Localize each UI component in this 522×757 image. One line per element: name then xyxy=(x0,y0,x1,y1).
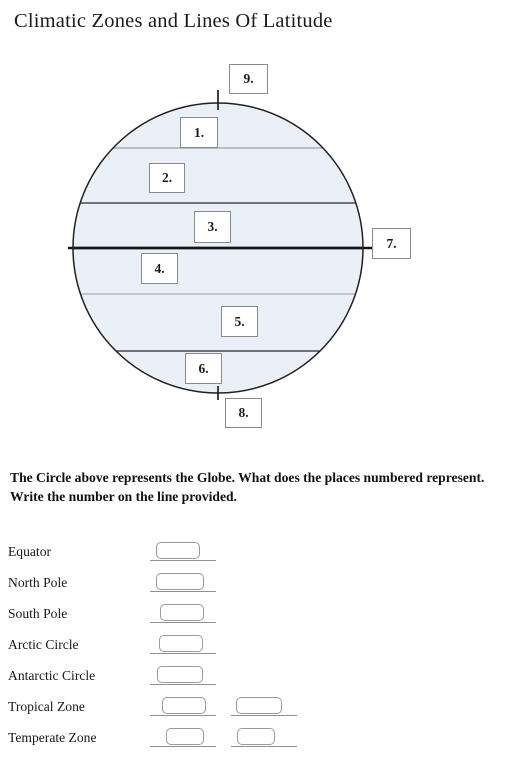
answer-row-north-pole: North Pole xyxy=(0,571,522,602)
answer-box[interactable] xyxy=(160,604,204,621)
answer-row-temperate-zone: Temperate Zone xyxy=(0,726,522,757)
callout-7: 7. xyxy=(372,228,411,259)
callout-9-label: 9. xyxy=(243,71,254,87)
answer-rule xyxy=(150,560,216,561)
callout-3: 3. xyxy=(194,211,231,243)
callout-6-label: 6. xyxy=(198,360,209,376)
globe-diagram: 9. 1. 2. 3. 7. 4. 5. 6. 8. xyxy=(0,55,522,445)
callout-3-label: 3. xyxy=(207,219,218,235)
callout-5: 5. xyxy=(221,306,258,337)
answer-row-south-pole: South Pole xyxy=(0,602,522,633)
answer-box[interactable] xyxy=(236,697,282,714)
callout-4-label: 4. xyxy=(154,260,165,276)
answer-box[interactable] xyxy=(166,728,204,745)
answer-list: Equator North Pole South Pole Arctic Cir… xyxy=(0,540,522,757)
page-title: Climatic Zones and Lines Of Latitude xyxy=(14,10,333,32)
answer-box[interactable] xyxy=(156,573,204,590)
answer-box[interactable] xyxy=(157,666,203,683)
answer-rule xyxy=(150,591,216,592)
answer-rule xyxy=(231,746,297,747)
answer-rule xyxy=(231,715,297,716)
callout-2-label: 2. xyxy=(161,170,173,186)
instructions-text: The Circle above represents the Globe. W… xyxy=(10,470,485,504)
answer-label: Temperate Zone xyxy=(8,730,97,745)
answer-row-arctic-circle: Arctic Circle xyxy=(0,633,522,664)
answer-box[interactable] xyxy=(156,542,200,559)
answer-box[interactable] xyxy=(237,728,275,745)
answer-rule xyxy=(150,746,216,747)
callout-8: 8. xyxy=(225,398,262,428)
answer-box[interactable] xyxy=(159,635,203,652)
callout-8-label: 8. xyxy=(238,405,249,421)
answer-row-tropical-zone: Tropical Zone xyxy=(0,695,522,726)
callout-2: 2. xyxy=(149,163,185,193)
answer-label: Tropical Zone xyxy=(8,699,85,714)
answer-rule xyxy=(150,622,216,623)
globe-illustration xyxy=(68,90,374,400)
answer-label: North Pole xyxy=(8,575,68,590)
callout-5-label: 5. xyxy=(234,313,245,329)
callout-1: 1. xyxy=(180,117,218,148)
answer-row-equator: Equator xyxy=(0,540,522,571)
answer-box[interactable] xyxy=(162,697,206,714)
answer-rule xyxy=(150,684,216,685)
answer-rule xyxy=(150,653,216,654)
callout-6: 6. xyxy=(185,353,222,384)
answer-label: South Pole xyxy=(8,606,68,621)
answer-label: Equator xyxy=(8,544,52,559)
callout-7-label: 7. xyxy=(386,235,397,251)
callout-4: 4. xyxy=(141,253,178,284)
answer-label: Antarctic Circle xyxy=(8,668,96,683)
answer-row-antarctic-circle: Antarctic Circle xyxy=(0,664,522,695)
answer-label: Arctic Circle xyxy=(8,637,79,652)
answer-rule xyxy=(150,715,216,716)
callout-9: 9. xyxy=(229,64,268,94)
callout-1-label: 1. xyxy=(193,124,205,140)
